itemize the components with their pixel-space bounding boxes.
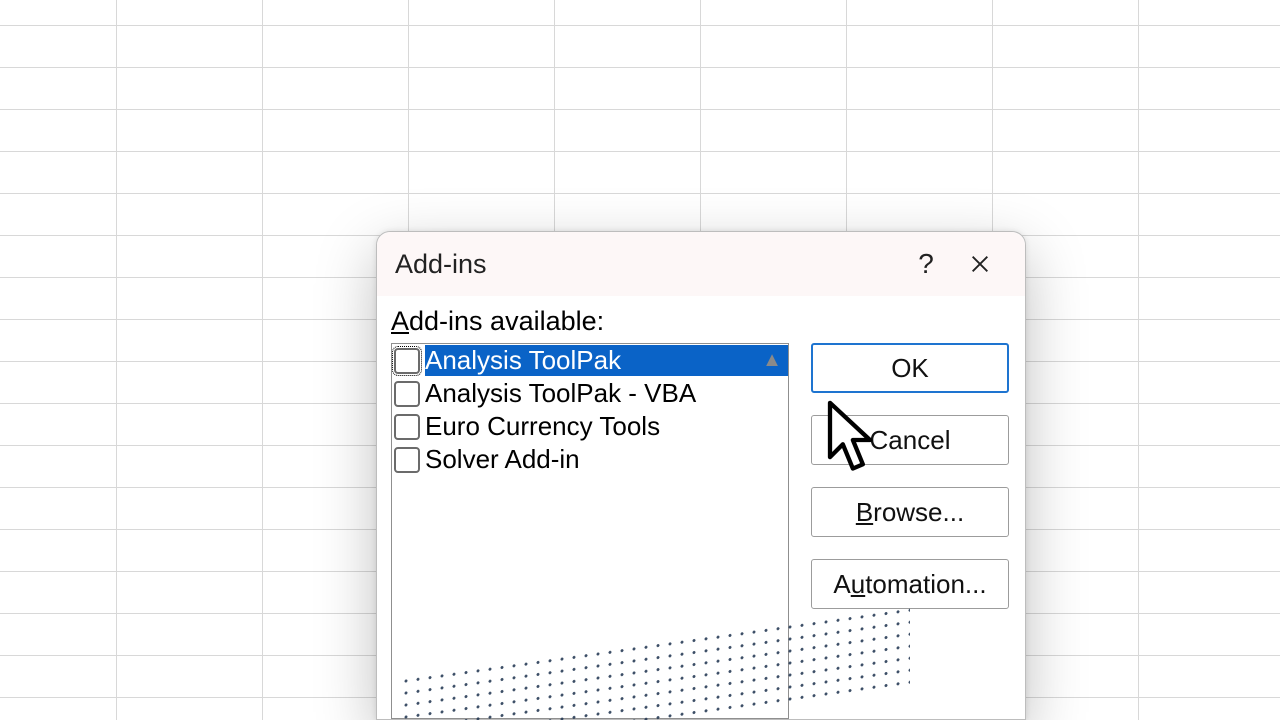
list-item-label: Solver Add-in: [425, 444, 788, 475]
list-item-label: Analysis ToolPak - VBA: [425, 378, 788, 409]
button-label: Automation...: [833, 569, 986, 600]
checkbox[interactable]: [394, 414, 420, 440]
cancel-button[interactable]: Cancel: [811, 415, 1009, 465]
button-label: Browse...: [856, 497, 964, 528]
list-item-label: Euro Currency Tools: [425, 411, 788, 442]
close-button[interactable]: [953, 244, 1007, 284]
checkbox[interactable]: [394, 381, 420, 407]
automation-button[interactable]: Automation...: [811, 559, 1009, 609]
browse-button[interactable]: Browse...: [811, 487, 1009, 537]
list-item[interactable]: Euro Currency Tools: [392, 410, 788, 443]
help-icon: ?: [918, 248, 934, 280]
available-label: Add-ins available:: [391, 306, 1011, 337]
addins-listbox[interactable]: ▲ Analysis ToolPak Analysis ToolPak - VB…: [391, 343, 789, 719]
close-icon: [969, 253, 991, 275]
help-button[interactable]: ?: [899, 244, 953, 284]
list-item[interactable]: Analysis ToolPak - VBA: [392, 377, 788, 410]
button-label: Cancel: [870, 425, 951, 456]
checkbox[interactable]: [394, 447, 420, 473]
checkbox[interactable]: [394, 348, 420, 374]
dialog-titlebar: Add-ins ?: [377, 232, 1025, 296]
addins-dialog: Add-ins ? Add-ins available: ▲ Analysis …: [376, 231, 1026, 720]
dialog-content: Add-ins available: ▲ Analysis ToolPak An…: [377, 296, 1025, 719]
ok-button[interactable]: OK: [811, 343, 1009, 393]
button-label: OK: [891, 353, 929, 384]
list-item[interactable]: Analysis ToolPak: [392, 344, 788, 377]
list-item-label: Analysis ToolPak: [425, 345, 788, 376]
dialog-title: Add-ins: [395, 249, 487, 280]
list-item[interactable]: Solver Add-in: [392, 443, 788, 476]
